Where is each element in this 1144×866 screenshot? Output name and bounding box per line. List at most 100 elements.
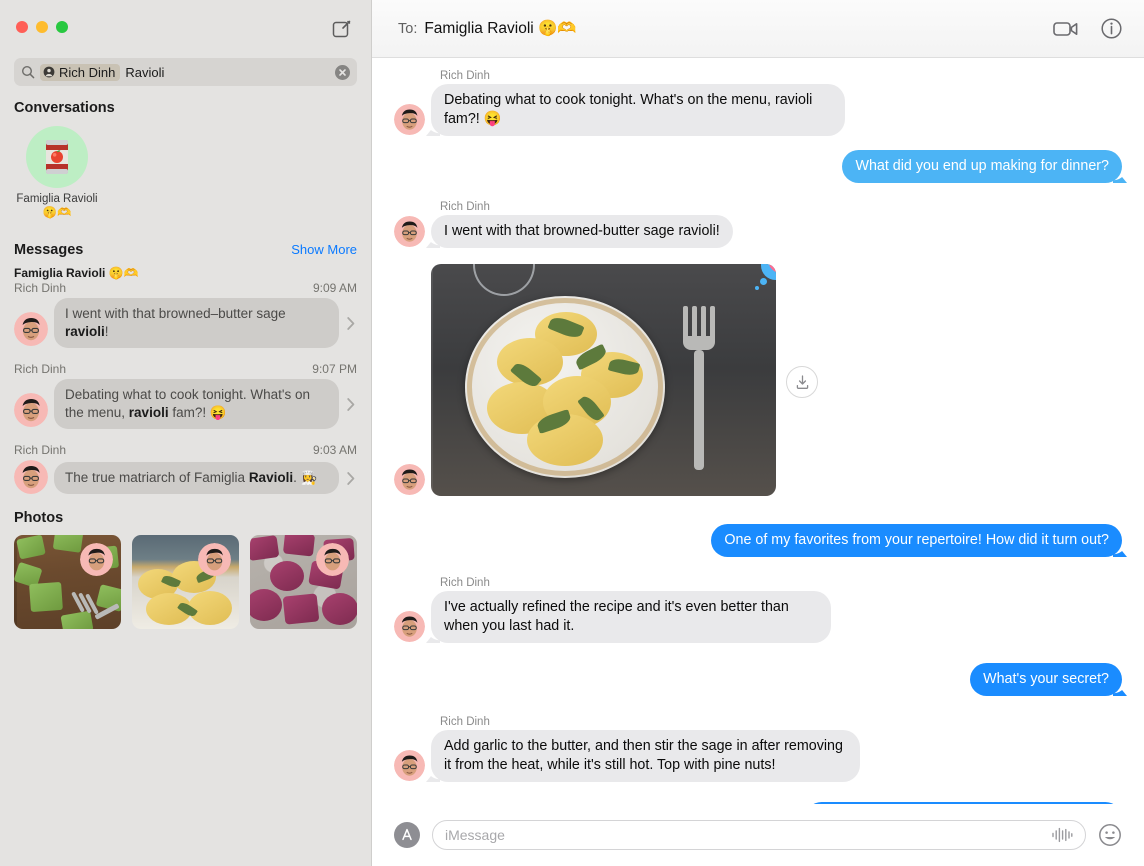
message-row: Rich Dinh: [394, 716, 1122, 782]
chevron-right-icon: [345, 471, 357, 485]
sidebar-results: Conversations Famiglia Ravioli 🤫🫶 Messag…: [0, 86, 371, 866]
message-bubble[interactable]: What's your secret?: [970, 663, 1122, 696]
avatar: [14, 312, 48, 346]
message-bubble[interactable]: Debating what to cook tonight. What's on…: [431, 84, 846, 136]
photo-thumbnail[interactable]: [132, 535, 239, 629]
chevron-right-icon: [345, 316, 357, 330]
message-bubble[interactable]: What did you end up making for dinner?: [842, 150, 1122, 183]
app-store-icon[interactable]: [394, 822, 420, 848]
traffic-lights: [16, 21, 68, 33]
minimize-button[interactable]: [36, 21, 48, 33]
list-item[interactable]: Debating what to cook tonight. What's on…: [14, 379, 357, 429]
message-result-time: 9:07 PM: [312, 362, 357, 376]
avatar: [14, 460, 48, 494]
message-row: Rich Dinh: [394, 577, 1122, 643]
message-bubble[interactable]: Incredible. I have to try making this fo…: [805, 802, 1122, 804]
search-query-text: Ravioli: [125, 64, 165, 80]
message-result-text: The true matriarch of Famiglia Ravioli. …: [54, 462, 339, 494]
close-button[interactable]: [16, 21, 28, 33]
message-thread: Rich Dinh Debating what to cook tonight.…: [372, 58, 1144, 804]
message-bubble[interactable]: Add garlic to the butter, and then stir …: [431, 730, 860, 782]
conversations-section-header: Conversations: [0, 100, 371, 116]
photos-title: Photos: [14, 510, 64, 526]
search-token-label: Rich Dinh: [59, 64, 116, 80]
message-bubble[interactable]: One of my favorites from your repertoire…: [711, 524, 1122, 557]
message-sender: Rich Dinh: [440, 716, 490, 728]
conversation-header: To: Famiglia Ravioli 🤫🫶: [372, 0, 1144, 58]
conversation-avatar: [26, 126, 88, 188]
message-row: What did you end up making for dinner?: [394, 150, 1122, 183]
download-icon[interactable]: [786, 366, 818, 398]
clear-icon[interactable]: [335, 64, 350, 80]
avatar: [394, 216, 425, 247]
avatar: [394, 750, 425, 781]
recipient-name[interactable]: Famiglia Ravioli 🤫🫶: [424, 19, 576, 38]
message-result-sender: Rich Dinh: [14, 281, 67, 295]
conversation-name: Famiglia Ravioli 🤫🫶: [16, 193, 98, 219]
message-bubble[interactable]: I went with that browned-butter sage rav…: [431, 215, 733, 248]
photo-thumbnail[interactable]: [250, 535, 357, 629]
messages-section: Messages Show More Famiglia Ravioli 🤫🫶 R…: [0, 242, 371, 496]
header-actions: [1053, 18, 1122, 39]
info-icon[interactable]: [1101, 18, 1122, 39]
photo-sender-avatar: [198, 543, 231, 576]
conversations-title: Conversations: [14, 100, 115, 116]
list-item[interactable]: I went with that browned–butter sage rav…: [14, 298, 357, 348]
message-result-text: Debating what to cook tonight. What's on…: [54, 379, 339, 429]
conversations-row: Famiglia Ravioli 🤫🫶: [0, 124, 371, 220]
show-more-link[interactable]: Show More: [291, 242, 357, 257]
avatar: [394, 611, 425, 642]
message-bubble[interactable]: I've actually refined the recipe and it'…: [431, 591, 831, 643]
conversation-item-famiglia-ravioli[interactable]: Famiglia Ravioli 🤫🫶: [14, 126, 100, 220]
message-sender: Rich Dinh: [440, 70, 490, 82]
search-container: Rich Dinh Ravioli: [0, 58, 371, 86]
message-composer: iMessage: [372, 804, 1144, 866]
message-sender: Rich Dinh: [440, 577, 490, 589]
message-result-text: I went with that browned–butter sage rav…: [54, 298, 339, 348]
message-row: What's your secret?: [394, 663, 1122, 696]
message-result-meta: Rich Dinh 9:07 PM: [14, 362, 357, 376]
sidebar-titlebar: [0, 0, 371, 58]
photo-sender-avatar: [316, 543, 349, 576]
message-result-sender: Rich Dinh: [14, 443, 67, 457]
message-sender: Rich Dinh: [440, 201, 490, 213]
message-results-group: Famiglia Ravioli 🤫🫶 Rich Dinh 9:09 AM I …: [0, 266, 371, 496]
message-row: Rich Dinh: [394, 201, 1122, 248]
photos-section: Photos: [0, 510, 371, 629]
chevron-right-icon: [345, 397, 357, 411]
message-row: One of my favorites from your repertoire…: [394, 524, 1122, 557]
search-icon: [21, 65, 35, 79]
message-result-time: 9:09 AM: [312, 281, 357, 295]
audio-waveform-icon[interactable]: [1051, 827, 1073, 843]
message-result-time: 9:03 AM: [312, 443, 357, 457]
message-photo-attachment[interactable]: [431, 264, 776, 496]
avatar: [14, 393, 48, 427]
list-item[interactable]: The true matriarch of Famiglia Ravioli. …: [14, 460, 357, 496]
avatar: [394, 104, 425, 135]
imessage-placeholder: iMessage: [445, 827, 505, 843]
conversation-pane: To: Famiglia Ravioli 🤫🫶 Rich Dinh Debati…: [372, 0, 1144, 866]
message-group-title: Famiglia Ravioli 🤫🫶: [14, 266, 139, 280]
photo-thumbnail[interactable]: [14, 535, 121, 629]
message-result-sender: Rich Dinh: [14, 362, 67, 376]
zoom-button[interactable]: [56, 21, 68, 33]
to-label: To:: [398, 20, 418, 37]
message-result-meta: Rich Dinh 9:03 AM: [14, 443, 357, 457]
sidebar: Rich Dinh Ravioli Conversations Famiglia…: [0, 0, 372, 866]
photos-grid: [14, 535, 357, 629]
message-row: [394, 264, 1122, 504]
messages-window: Rich Dinh Ravioli Conversations Famiglia…: [0, 0, 1144, 866]
search-token-contact[interactable]: Rich Dinh: [40, 63, 121, 81]
contact-icon: [43, 66, 55, 78]
video-camera-icon[interactable]: [1053, 20, 1079, 38]
compose-icon[interactable]: [331, 18, 353, 40]
imessage-input[interactable]: iMessage: [432, 820, 1086, 850]
photo-sender-avatar: [80, 543, 113, 576]
emoji-smiley-icon[interactable]: [1098, 823, 1122, 847]
avatar: [394, 464, 425, 495]
reaction-heart-badge[interactable]: [755, 264, 776, 290]
search-input[interactable]: Rich Dinh Ravioli: [14, 58, 357, 86]
message-row: Rich Dinh: [394, 70, 1122, 136]
messages-title: Messages: [14, 242, 84, 258]
message-result-meta: Rich Dinh 9:09 AM: [14, 281, 357, 295]
